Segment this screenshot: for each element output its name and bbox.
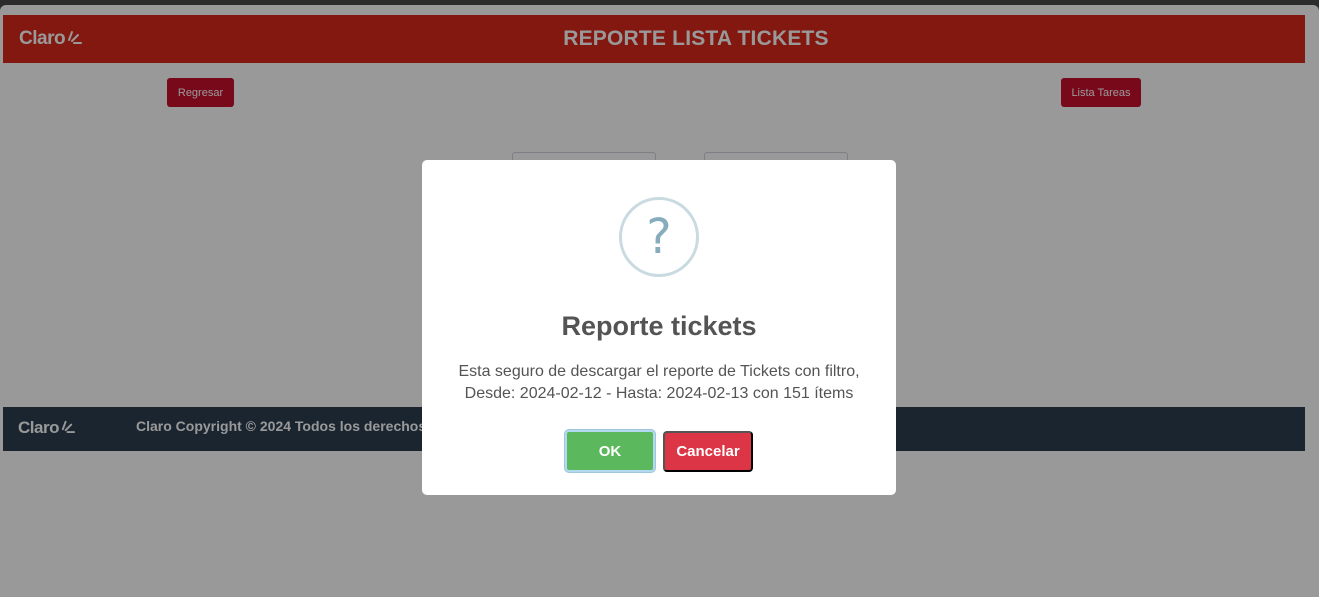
- ok-button[interactable]: OK: [565, 430, 655, 472]
- dialog-title: Reporte tickets: [561, 311, 757, 341]
- question-icon: ?: [619, 197, 699, 277]
- dialog-message-line1: Esta seguro de descargar el reporte de T…: [458, 363, 860, 380]
- dialog-message-line2: Desde: 2024-02-12 - Hasta: 2024-02-13 co…: [464, 385, 854, 402]
- confirm-dialog: ? Reporte tickets Esta seguro de descarg…: [422, 160, 896, 495]
- cancel-button[interactable]: Cancelar: [663, 431, 753, 472]
- dialog-message: Esta seguro de descargar el reporte de T…: [442, 361, 876, 405]
